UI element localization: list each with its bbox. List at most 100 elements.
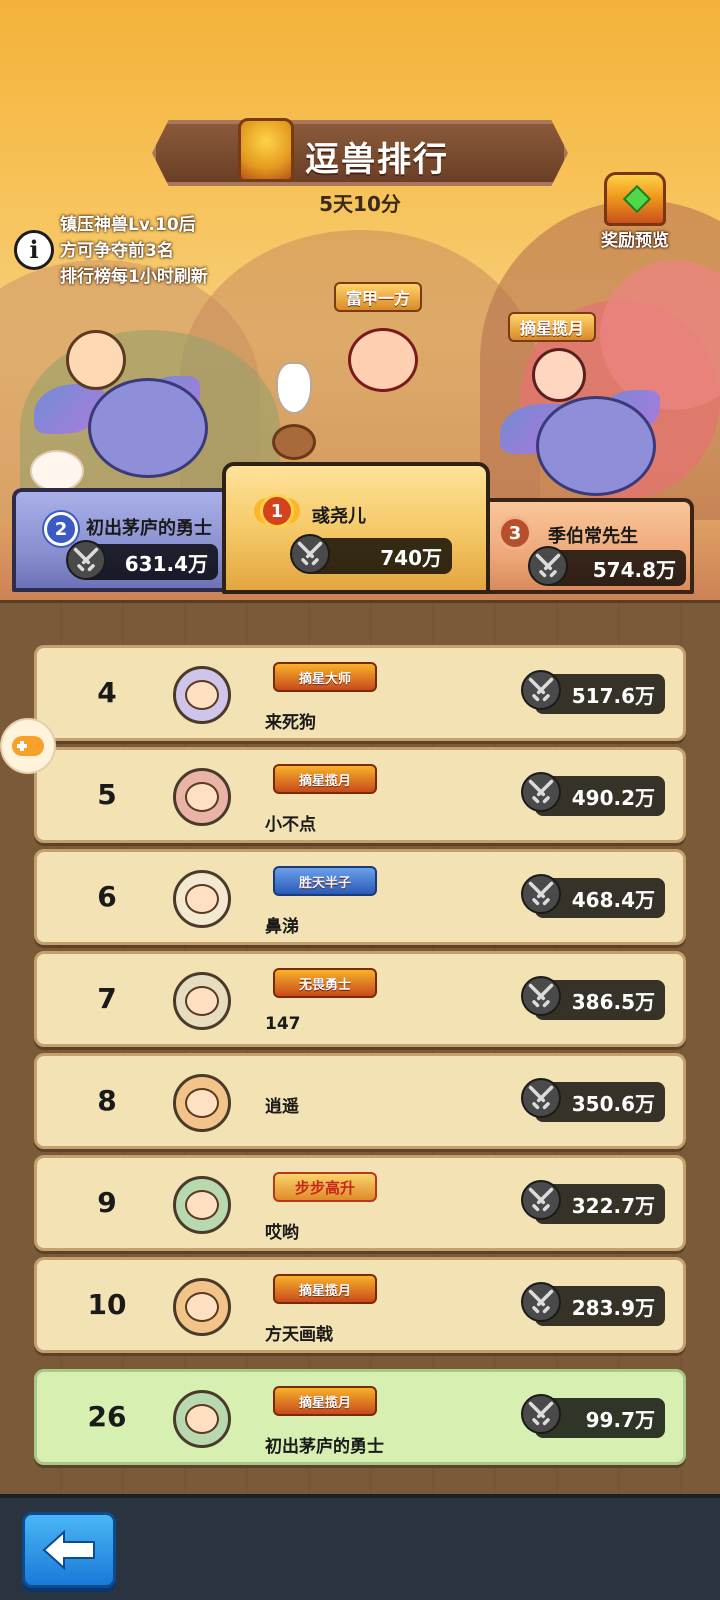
crossed-swords-icon [521, 670, 561, 710]
third-place-character [532, 348, 586, 402]
ranking-row[interactable]: 9 步步高升 哎哟 322.7万 [34, 1155, 686, 1251]
score-value: 386.5万 [571, 989, 655, 1014]
power-score: 517.6万 [521, 670, 665, 714]
ranking-row[interactable]: 7 无畏勇士 147 386.5万 [34, 951, 686, 1047]
player-name: 方天画戟 [265, 1325, 333, 1345]
player-name: 147 [265, 1014, 301, 1034]
power-score: 99.7万 [521, 1394, 665, 1438]
player-name: 鼻涕 [265, 917, 299, 937]
score-value: 631.4万 [124, 551, 208, 576]
rank-number: 7 [97, 982, 117, 1015]
first-place-name: 彧尧儿 [312, 506, 366, 527]
ranking-row[interactable]: 10 摘星揽月 方天画戟 283.9万 [34, 1257, 686, 1353]
ranking-row[interactable]: 5 摘星揽月 小不点 490.2万 [34, 747, 686, 843]
score-value: 490.2万 [571, 785, 655, 810]
power-score: 386.5万 [521, 976, 665, 1020]
rank-number: 9 [97, 1186, 117, 1219]
avatar[interactable] [173, 666, 231, 724]
back-arrow-icon [42, 1529, 95, 1571]
crossed-swords-icon [290, 534, 330, 574]
second-place-score: 631.4万 [66, 540, 218, 580]
second-place-character [66, 330, 126, 390]
player-name: 来死狗 [265, 713, 316, 733]
crossed-swords-icon [66, 540, 106, 580]
rule-line: 方可争夺前3名 [60, 241, 174, 261]
power-score: 283.9万 [521, 1282, 665, 1326]
avatar[interactable] [173, 1176, 231, 1234]
power-score: 468.4万 [521, 874, 665, 918]
floating-game-button[interactable] [0, 718, 56, 774]
first-place-podium[interactable]: 1 彧尧儿 740万 [222, 462, 490, 594]
avatar-face [185, 782, 219, 812]
rank-number: 26 [87, 1400, 127, 1433]
ranking-row[interactable]: 4 摘星大师 来死狗 517.6万 [34, 645, 686, 741]
rank-3-medal: 3 [498, 516, 532, 550]
third-place-name: 季伯常先生 [548, 526, 638, 547]
title-badge: 摘星揽月 [273, 1386, 377, 1416]
title-badge: 胜天半子 [273, 866, 377, 896]
mooncake-decoration [272, 424, 316, 460]
power-score: 350.6万 [521, 1078, 665, 1122]
crossed-swords-icon [521, 772, 561, 812]
score-value: 283.9万 [571, 1295, 655, 1320]
power-score: 490.2万 [521, 772, 665, 816]
third-place-podium[interactable]: 3 季伯常先生 574.8万 [480, 498, 694, 594]
avatar[interactable] [173, 972, 231, 1030]
title-badge: 摘星大师 [273, 662, 377, 692]
pet-bunny [276, 362, 312, 414]
player-name: 哎哟 [265, 1223, 299, 1243]
title-badge: 步步高升 [273, 1172, 377, 1202]
my-ranking-row[interactable]: 26 摘星揽月 初出茅庐的勇士 99.7万 [34, 1369, 686, 1465]
ranking-row[interactable]: 6 胜天半子 鼻涕 468.4万 [34, 849, 686, 945]
third-place-mount [536, 396, 656, 496]
second-place-mount [88, 378, 208, 478]
third-place-score: 574.8万 [528, 546, 686, 586]
title-badge: 无畏勇士 [273, 968, 377, 998]
bottom-bar [0, 1494, 720, 1600]
crossed-swords-icon [521, 1078, 561, 1118]
back-button[interactable] [22, 1512, 116, 1588]
avatar[interactable] [173, 1278, 231, 1336]
rank-2-medal: 2 [44, 512, 78, 546]
trophy-icon [238, 118, 294, 182]
second-place-podium[interactable]: 2 初出茅庐的勇士 631.4万 [12, 488, 236, 592]
avatar[interactable] [173, 1074, 231, 1132]
page-title: 逗兽排行 [305, 140, 449, 180]
avatar[interactable] [173, 870, 231, 928]
third-place-title-badge: 摘星揽月 [508, 312, 597, 342]
rank-1-medal: 1 [260, 494, 294, 528]
score-value: 322.7万 [571, 1193, 655, 1218]
avatar-face [185, 1088, 219, 1118]
player-name: 逍遥 [265, 1097, 299, 1117]
ranking-rules: 镇压神兽Lv.10后 方可争夺前3名 排行榜每1小时刷新 [60, 212, 208, 290]
rank-number: 8 [97, 1084, 117, 1117]
gamepad-icon [12, 736, 44, 756]
avatar-face [185, 986, 219, 1016]
crossed-swords-icon [521, 976, 561, 1016]
player-name: 初出茅庐的勇士 [265, 1437, 384, 1457]
ranking-list[interactable]: 4 摘星大师 来死狗 517.6万 5 摘星揽月 小不点 490.2万 6 胜天… [0, 600, 720, 1497]
reward-preview-button[interactable]: 奖励预览 [590, 172, 680, 252]
ranking-row[interactable]: 8 逍遥 350.6万 [34, 1053, 686, 1149]
crossed-swords-icon [521, 1282, 561, 1322]
rank-number: 4 [97, 676, 117, 709]
first-place-title-badge: 富甲一方 [334, 282, 423, 312]
rank-number: 6 [97, 880, 117, 913]
title-badge: 摘星揽月 [273, 764, 377, 794]
crossed-swords-icon [521, 1394, 561, 1434]
avatar[interactable] [173, 768, 231, 826]
avatar-face [185, 1292, 219, 1322]
first-place-character [348, 328, 418, 392]
second-place-name: 初出茅庐的勇士 [86, 518, 212, 539]
pet-dumpling [30, 450, 84, 492]
score-value: 740万 [380, 545, 442, 570]
rule-line: 排行榜每1小时刷新 [60, 267, 208, 287]
info-icon[interactable]: i [14, 230, 54, 270]
title-badge: 摘星揽月 [273, 1274, 377, 1304]
score-value: 468.4万 [571, 887, 655, 912]
avatar-face [185, 680, 219, 710]
first-place-score: 740万 [290, 534, 452, 574]
avatar[interactable] [173, 1390, 231, 1448]
score-value: 517.6万 [571, 683, 655, 708]
score-value: 350.6万 [571, 1091, 655, 1116]
